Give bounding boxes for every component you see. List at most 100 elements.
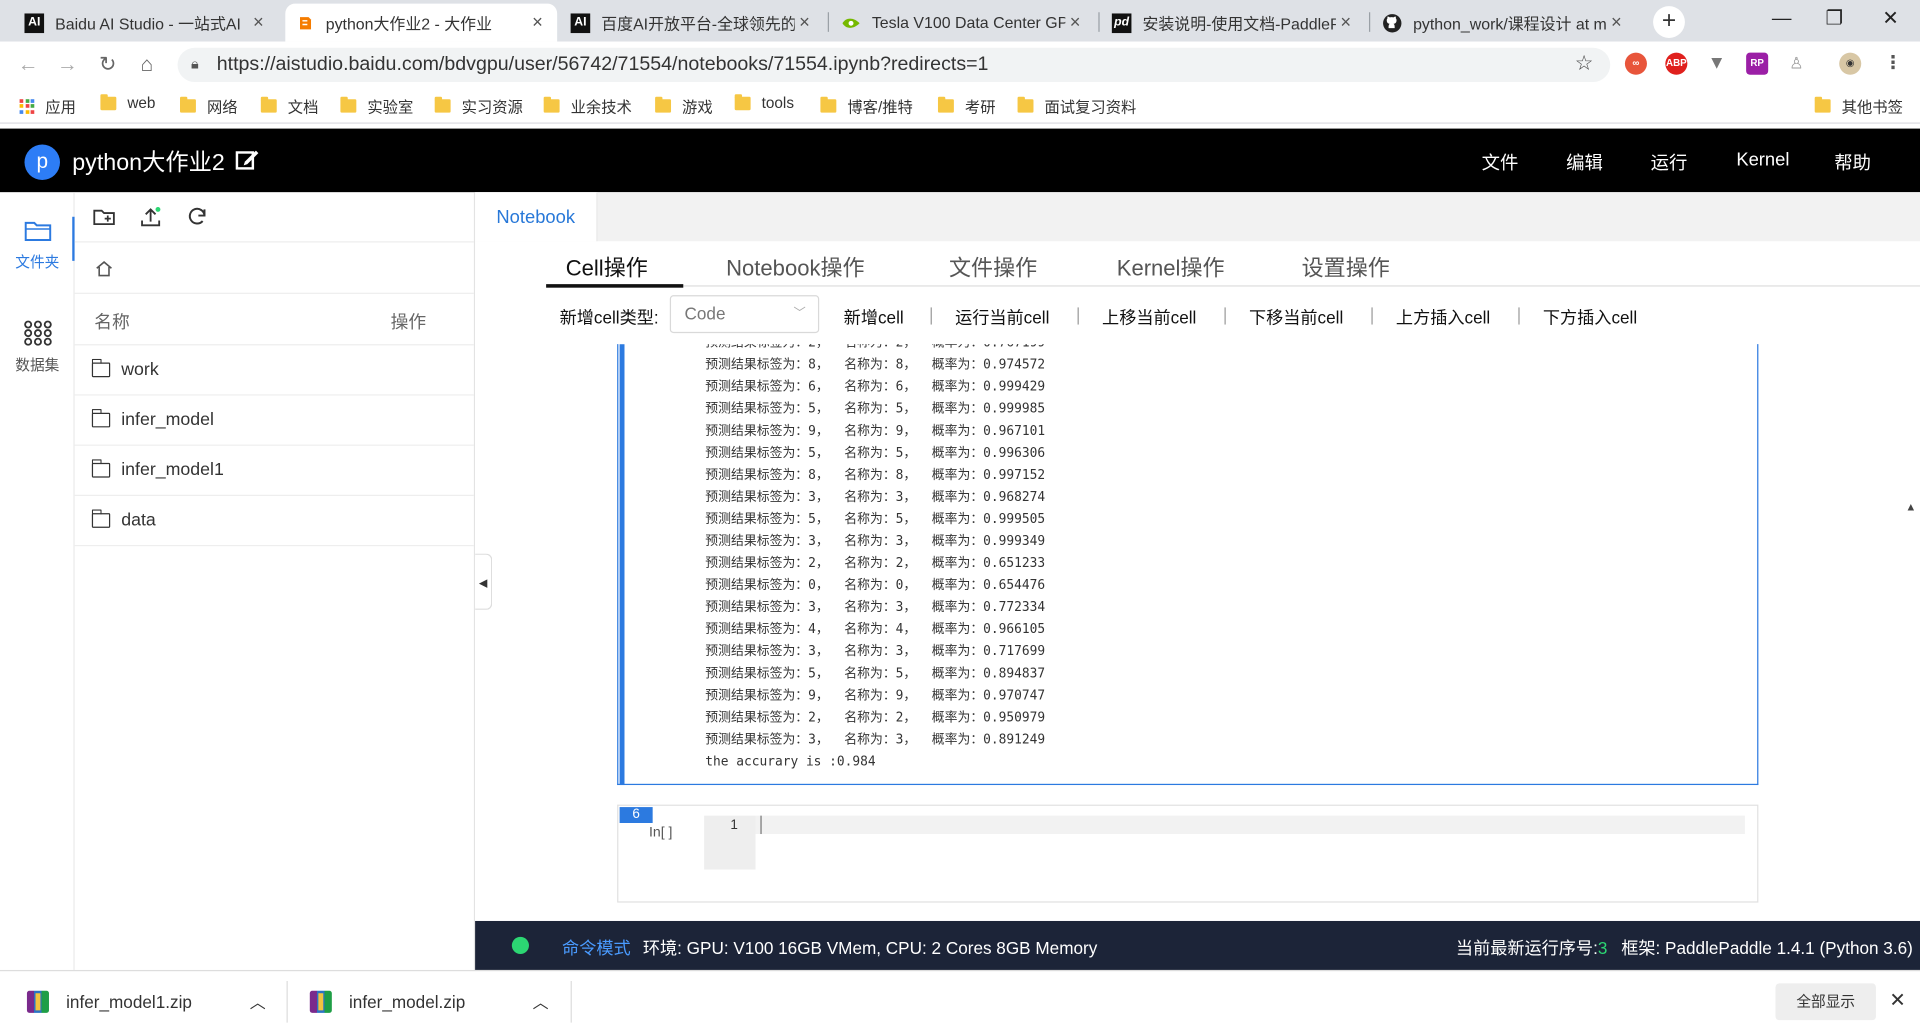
vue-devtools-icon[interactable]: ▼ [1706, 53, 1728, 75]
ops-tab-settings[interactable]: 设置操作 [1302, 251, 1390, 283]
menu-kernel[interactable]: Kernel [1736, 149, 1789, 170]
browser-menu-icon[interactable]: ⋮ [1882, 53, 1904, 75]
close-window-icon[interactable]: ✕ [1872, 7, 1909, 31]
close-tab-icon[interactable]: × [795, 12, 815, 33]
browser-tab-active[interactable]: python大作业2 - 大作业 × [285, 3, 558, 42]
folder-icon [937, 96, 954, 113]
bookmark-apps[interactable]: 应用 [19, 94, 76, 117]
cell-type-select[interactable]: Code ﹀ [669, 295, 820, 334]
bookmark-folder[interactable]: 博客/推特 [820, 94, 913, 117]
menu-run[interactable]: 运行 [1651, 149, 1688, 175]
bookmark-other[interactable]: 其他书签 [1814, 94, 1903, 117]
chevron-up-icon[interactable]: ︿ [250, 990, 266, 1013]
add-cell-button[interactable]: 新增cell [844, 305, 904, 329]
move-cell-up-button[interactable]: 上移当前cell [1102, 305, 1196, 329]
edit-title-icon[interactable] [234, 146, 261, 173]
notebook-body: 预测结果标签为：2， 名称为：2， 概率为：0.767199 预测结果标签为：8，… [475, 344, 1920, 921]
browser-tab[interactable]: AI Baidu AI Studio - 一站式AI × [15, 4, 278, 42]
bookmark-folder[interactable]: 业余技术 [543, 94, 632, 117]
bookmark-folder[interactable]: 实习资源 [434, 94, 523, 117]
bookmark-folder[interactable]: tools [734, 93, 794, 111]
file-name: data [121, 510, 156, 531]
bookmark-folder[interactable]: 面试复习资料 [1017, 94, 1136, 117]
code-editor[interactable] [755, 815, 1745, 835]
show-all-downloads-button[interactable]: 全部显示 [1775, 983, 1876, 1021]
text-cursor [760, 815, 762, 835]
download-item[interactable]: infer_model.zip ︿ [309, 971, 549, 1030]
bookmark-label: web [127, 94, 156, 112]
folder-icon [100, 93, 117, 110]
insert-cell-below-button[interactable]: 下方插入cell [1543, 305, 1637, 329]
ops-tab-file[interactable]: 文件操作 [949, 251, 1037, 283]
app-header: p python大作业2 文件 编辑 运行 Kernel 帮助 [0, 128, 1920, 193]
output-line: 预测结果标签为：5， 名称为：5， 概率为：0.999505 [705, 511, 1046, 527]
extension-infinity-icon[interactable]: ∞ [1624, 52, 1647, 75]
close-tab-icon[interactable]: × [1065, 12, 1085, 33]
browser-tab[interactable]: Tesla V100 Data Center GP × [831, 4, 1094, 42]
close-tab-icon[interactable]: × [249, 12, 269, 33]
ops-tab-kernel[interactable]: Kernel操作 [1117, 251, 1225, 283]
chevron-up-icon[interactable]: ︿ [533, 990, 549, 1013]
apps-grid-icon [19, 98, 35, 114]
axure-rp-icon[interactable]: RP [1746, 52, 1769, 75]
folder-icon [1017, 96, 1034, 113]
bookmark-folder[interactable]: 网络 [180, 94, 238, 117]
ops-tab-cell[interactable]: Cell操作 [566, 251, 648, 283]
collapse-panel-toggle[interactable]: ◀ [475, 553, 493, 610]
rail-datasets[interactable]: 数据集 [0, 320, 75, 375]
output-line: 预测结果标签为：5， 名称为：5， 概率为：0.894837 [705, 666, 1046, 681]
restore-icon[interactable]: ❐ [1816, 7, 1853, 31]
kernel-status-indicator [511, 936, 529, 955]
forward-icon[interactable]: → [54, 51, 81, 78]
address-bar[interactable]: 🔒︎ https://aistudio.baidu.com/bdvgpu/use… [177, 47, 1611, 83]
bookmark-folder[interactable]: 文档 [260, 94, 318, 117]
lock-icon: 🔒︎ [191, 55, 199, 73]
extension-ghost-icon[interactable]: ♙ [1785, 53, 1807, 75]
output-line: 预测结果标签为：6， 名称为：6， 概率为：0.999429 [705, 379, 1046, 395]
back-icon[interactable]: ← [15, 51, 42, 78]
download-item[interactable]: infer_model1.zip ︿ [26, 971, 266, 1030]
close-tab-icon[interactable]: × [1607, 12, 1627, 33]
breadcrumb-row [74, 242, 474, 294]
folder-icon [91, 509, 111, 528]
file-row-folder[interactable]: infer_model1 [74, 446, 474, 497]
reload-icon[interactable]: ↻ [94, 51, 121, 78]
menu-help[interactable]: 帮助 [1834, 149, 1871, 175]
run-cell-button[interactable]: 运行当前cell [955, 305, 1049, 329]
bookmark-folder[interactable]: 考研 [937, 94, 996, 117]
adblock-icon[interactable]: ABP [1665, 52, 1688, 75]
notebook-scrollbar[interactable]: ▲ ▼ [1900, 496, 1920, 921]
menu-edit[interactable]: 编辑 [1566, 149, 1603, 175]
output-line: the accurary is :0.984 [705, 754, 876, 770]
ops-tabs-divider [546, 285, 1920, 287]
move-cell-down-button[interactable]: 下移当前cell [1249, 305, 1343, 329]
run-sequence-label: 当前最新运行序号: [1455, 938, 1598, 958]
file-row-folder[interactable]: data [74, 496, 474, 547]
file-toolbar-divider [74, 192, 474, 243]
bookmark-folder[interactable]: 游戏 [655, 94, 713, 117]
browser-tab[interactable]: AI 百度AI开放平台-全球领先的 × [561, 4, 824, 42]
insert-cell-above-button[interactable]: 上方插入cell [1396, 305, 1490, 329]
rail-files[interactable]: 文件夹 [0, 219, 75, 272]
tab-notebook[interactable]: Notebook [475, 192, 598, 242]
file-row-folder[interactable]: infer_model [74, 396, 474, 446]
toolbar-divider [1077, 307, 1079, 325]
close-tab-icon[interactable]: × [528, 12, 548, 33]
scroll-up-icon[interactable]: ▲ [1905, 501, 1916, 513]
bookmark-folder[interactable]: 实验室 [340, 94, 413, 117]
profile-avatar[interactable]: ◉ [1839, 52, 1862, 75]
ops-tab-notebook[interactable]: Notebook操作 [726, 251, 864, 283]
new-tab-button[interactable]: + [1653, 6, 1685, 38]
close-tab-icon[interactable]: × [1336, 12, 1356, 33]
close-download-bar-icon[interactable]: ✕ [1889, 988, 1905, 1012]
home-icon[interactable]: ⌂ [133, 51, 160, 78]
menu-file[interactable]: 文件 [1482, 149, 1519, 175]
url-text[interactable]: https://aistudio.baidu.com/bdvgpu/user/5… [217, 54, 989, 76]
home-icon[interactable] [94, 258, 114, 278]
minimize-icon[interactable]: — [1763, 7, 1800, 31]
browser-tab[interactable]: pd 安装说明-使用文档-PaddleP × [1102, 4, 1365, 42]
bookmark-star-icon[interactable]: ☆ [1575, 51, 1594, 75]
browser-tab[interactable]: python_work/课程设计 at m × [1373, 4, 1636, 42]
bookmark-folder[interactable]: web [100, 93, 156, 112]
file-row-folder[interactable]: work [74, 345, 474, 396]
